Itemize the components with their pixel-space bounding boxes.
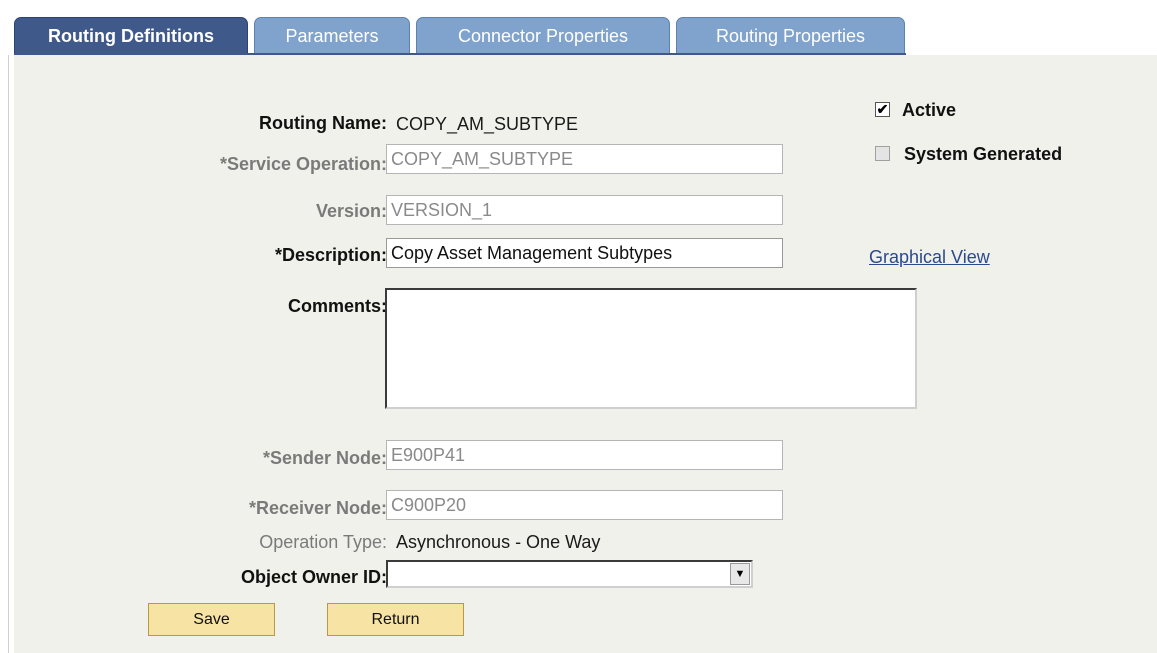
- tab-connector-properties[interactable]: Connector Properties: [416, 17, 670, 54]
- sender-node-field: E900P41: [386, 440, 783, 470]
- active-checkbox-label: Active: [902, 100, 957, 120]
- comments-textarea[interactable]: [385, 288, 917, 409]
- save-button[interactable]: Save: [148, 603, 275, 636]
- comments-label: Comments:: [287, 296, 387, 316]
- description-input[interactable]: Copy Asset Management Subtypes: [386, 238, 783, 268]
- routing-definitions-panel: Routing Name: COPY_AM_SUBTYPE *Service O…: [14, 55, 1157, 653]
- receiver-node-field: C900P20: [386, 490, 783, 520]
- sender-node-label: *Sender Node:: [262, 448, 387, 468]
- page-left-border: [8, 55, 9, 653]
- operation-type-value: Asynchronous - One Way: [396, 532, 601, 552]
- routing-name-value: COPY_AM_SUBTYPE: [396, 114, 579, 134]
- version-field: VERSION_1: [386, 195, 783, 225]
- tab-routing-definitions[interactable]: Routing Definitions: [14, 17, 248, 54]
- return-button[interactable]: Return: [327, 603, 464, 636]
- description-label: *Description:: [274, 245, 387, 265]
- object-owner-id-label: Object Owner ID:: [240, 567, 387, 587]
- routing-name-label: Routing Name:: [259, 113, 387, 133]
- operation-type-label: Operation Type:: [259, 532, 387, 552]
- system-generated-label: System Generated: [904, 144, 1063, 164]
- service-operation-field: COPY_AM_SUBTYPE: [386, 144, 783, 174]
- tab-bar: Routing Definitions Parameters Connector…: [14, 17, 906, 54]
- receiver-node-label: *Receiver Node:: [248, 498, 387, 518]
- graphical-view-link[interactable]: Graphical View: [869, 247, 990, 268]
- service-operation-label: *Service Operation:: [219, 154, 387, 174]
- tab-parameters[interactable]: Parameters: [254, 17, 410, 54]
- tab-routing-properties[interactable]: Routing Properties: [676, 17, 905, 54]
- system-generated-checkbox: [875, 146, 890, 161]
- object-owner-id-select[interactable]: ▼: [386, 560, 753, 588]
- chevron-down-icon[interactable]: ▼: [730, 563, 750, 585]
- version-label: Version:: [315, 201, 387, 221]
- active-checkbox[interactable]: ✔: [875, 102, 890, 117]
